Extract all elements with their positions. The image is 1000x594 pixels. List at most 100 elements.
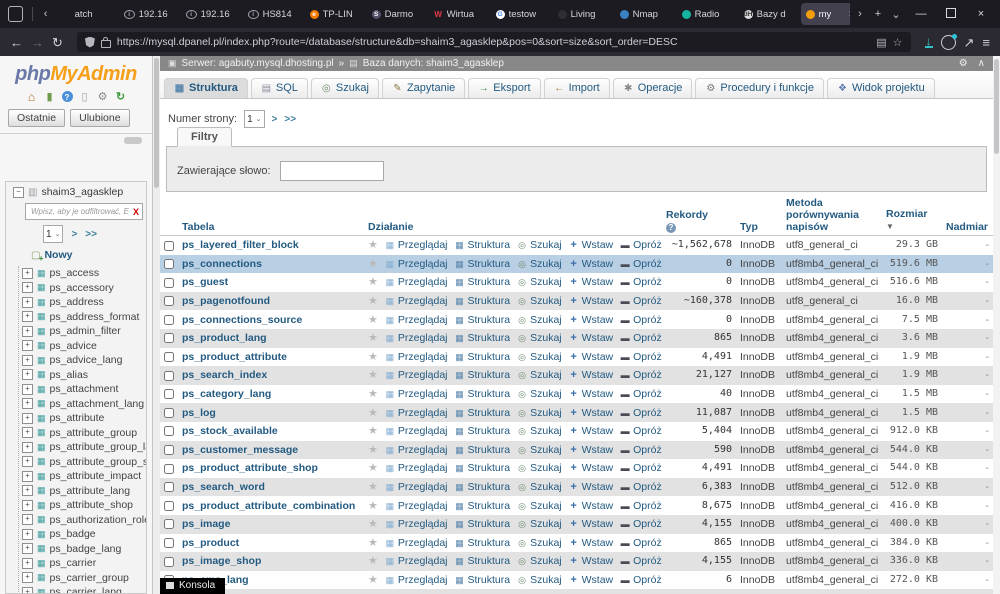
favorite-star-icon[interactable]: ★ — [368, 499, 378, 513]
row-checkbox[interactable] — [164, 482, 174, 492]
tree-table-item[interactable]: + ▦ ps_attribute_lang — [19, 484, 146, 499]
collapse-panel-icon[interactable]: ∧ — [978, 58, 985, 69]
expand-box-icon[interactable]: + — [22, 311, 33, 322]
row-checkbox[interactable] — [164, 408, 174, 418]
row-checkbox[interactable] — [164, 296, 174, 306]
tree-table-item[interactable]: + ▦ ps_advice_lang — [19, 353, 146, 368]
row-checkbox[interactable] — [164, 426, 174, 436]
tree-table-item[interactable]: + ▦ ps_alias — [19, 368, 146, 383]
table-row[interactable]: ps_search_index ★ Przeglądaj — [160, 366, 993, 385]
tree-table-item[interactable]: + ▦ ps_authorization_role — [19, 513, 146, 528]
row-action-link[interactable]: Wstaw — [569, 536, 614, 550]
table-row[interactable]: ps_image ★ Przeglądaj — [160, 515, 993, 534]
table-name-link[interactable]: ps_category_lang — [182, 388, 271, 400]
table-name-link[interactable]: ps_connections — [182, 258, 262, 270]
row-action-link[interactable]: Przeglądaj — [385, 554, 448, 568]
tree-table-item[interactable]: + ▦ ps_attribute_group_shop — [19, 455, 146, 470]
row-action-link[interactable]: Struktura — [455, 350, 511, 364]
downloads-icon[interactable]: ↓ — [925, 36, 933, 48]
row-action-link[interactable]: Przeglądaj — [385, 536, 448, 550]
row-checkbox[interactable] — [164, 241, 174, 251]
row-action-link[interactable]: Szukaj — [517, 406, 562, 420]
favorite-star-icon[interactable]: ★ — [368, 517, 378, 531]
row-action-link[interactable]: Struktura — [455, 387, 511, 401]
expand-box-icon[interactable]: + — [22, 558, 33, 569]
row-action-link[interactable]: Opróżnij — [620, 424, 662, 438]
row-action-link[interactable]: Struktura — [455, 275, 511, 289]
row-action-link[interactable]: Opróżnij — [620, 257, 662, 271]
expand-box-icon[interactable]: + — [22, 514, 33, 525]
header-rozmiar[interactable]: Rozmiar▼ — [882, 196, 942, 236]
collapse-box-icon[interactable]: − — [13, 187, 24, 198]
tab-close-icon[interactable]: ✕ — [848, 9, 850, 20]
tree-table-item[interactable]: + ▦ ps_badge — [19, 527, 146, 542]
row-checkbox[interactable] — [164, 557, 174, 567]
row-action-link[interactable]: Opróżnij — [620, 499, 662, 513]
table-name-link[interactable]: ps_product_attribute_combination — [182, 500, 355, 512]
reader-mode-icon[interactable]: ▤ — [876, 36, 886, 49]
favorite-star-icon[interactable]: ★ — [368, 238, 378, 252]
row-action-link[interactable]: Przeglądaj — [385, 499, 448, 513]
page-settings-icon[interactable]: ⚙ — [959, 58, 968, 69]
row-action-link[interactable]: Szukaj — [517, 443, 562, 457]
sidebar-scrollbar[interactable] — [153, 56, 160, 594]
table-name-link[interactable]: ps_connections_source — [182, 314, 302, 326]
row-action-link[interactable]: Przeglądaj — [385, 517, 448, 531]
row-action-link[interactable]: Szukaj — [517, 350, 562, 364]
row-checkbox[interactable] — [164, 278, 174, 288]
page-number-select[interactable]: 1⌄ — [244, 110, 264, 128]
table-row[interactable]: ps_product ★ Przeglądaj — [160, 534, 993, 553]
table-row[interactable]: ps_stock_mvt ★ Przeglądaj — [160, 589, 993, 594]
row-action-link[interactable]: Opróżnij — [620, 554, 662, 568]
row-action-link[interactable]: Wstaw — [569, 554, 614, 568]
row-action-link[interactable]: Przeglądaj — [385, 275, 448, 289]
row-action-link[interactable]: Wstaw — [569, 499, 614, 513]
minimize-button[interactable]: — — [906, 8, 936, 20]
tree-database-item[interactable]: − ▥ shaim3_agasklep — [9, 186, 146, 198]
row-action-link[interactable]: Struktura — [455, 313, 511, 327]
row-action-link[interactable]: Struktura — [455, 406, 511, 420]
expand-box-icon[interactable]: + — [22, 485, 33, 496]
panel-resize-handle[interactable] — [124, 137, 142, 144]
row-action-link[interactable]: Struktura — [455, 554, 511, 568]
url-bar[interactable]: https://mysql.dpanel.pl/index.php?route=… — [77, 32, 911, 52]
sidebar-header-icon[interactable] — [26, 91, 38, 103]
row-action-link[interactable]: Wstaw — [569, 313, 614, 327]
table-name-link[interactable]: ps_stock_available — [182, 425, 278, 437]
tree-table-item[interactable]: + ▦ ps_accessory — [19, 281, 146, 296]
browser-tab[interactable]: G testow ✕ — [491, 3, 551, 25]
expand-box-icon[interactable]: + — [22, 369, 33, 380]
expand-box-icon[interactable]: + — [22, 543, 33, 554]
database-tab[interactable]: Procedury i funkcje — [695, 78, 824, 98]
row-action-link[interactable]: Struktura — [455, 238, 511, 252]
database-tab[interactable]: Import — [544, 78, 610, 98]
row-action-link[interactable]: Szukaj — [517, 294, 562, 308]
row-action-link[interactable]: Szukaj — [517, 461, 562, 475]
favorite-star-icon[interactable]: ★ — [368, 443, 378, 457]
menu-hamburger-icon[interactable]: ≡ — [982, 36, 990, 49]
row-action-link[interactable]: Przeglądaj — [385, 387, 448, 401]
containing-word-input[interactable] — [280, 161, 384, 181]
table-row[interactable]: ps_search_word ★ Przeglądaj — [160, 478, 993, 497]
favorite-star-icon[interactable]: ★ — [368, 536, 378, 550]
browser-tab[interactable]: my ✕ — [801, 3, 850, 25]
database-tab[interactable]: Zapytanie — [382, 78, 465, 98]
table-name-link[interactable]: ps_product_attribute — [182, 351, 287, 363]
row-action-link[interactable]: Wstaw — [569, 275, 614, 289]
row-action-link[interactable]: Struktura — [455, 443, 511, 457]
favorite-star-icon[interactable]: ★ — [368, 480, 378, 494]
table-name-link[interactable]: ps_image — [182, 518, 230, 530]
database-tab[interactable]: Struktura — [164, 78, 248, 98]
expand-box-icon[interactable]: + — [22, 413, 33, 424]
breadcrumb-database[interactable]: Baza danych: shaim3_agasklep — [363, 58, 504, 69]
browser-tab[interactable]: e TP-LIN ✕ — [305, 3, 365, 25]
sidebar-header-icon[interactable] — [79, 91, 91, 103]
browser-tab[interactable]: dH Bazy d ✕ — [739, 3, 799, 25]
tree-last-page-link[interactable]: >> — [85, 229, 97, 240]
row-checkbox[interactable] — [164, 538, 174, 548]
row-action-link[interactable]: Wstaw — [569, 406, 614, 420]
tree-table-item[interactable]: + ▦ ps_attribute_group_lang — [19, 440, 146, 455]
row-action-link[interactable]: Opróżnij — [620, 238, 662, 252]
row-action-link[interactable]: Wstaw — [569, 350, 614, 364]
header-rekordy[interactable]: Rekordy? — [662, 196, 736, 236]
